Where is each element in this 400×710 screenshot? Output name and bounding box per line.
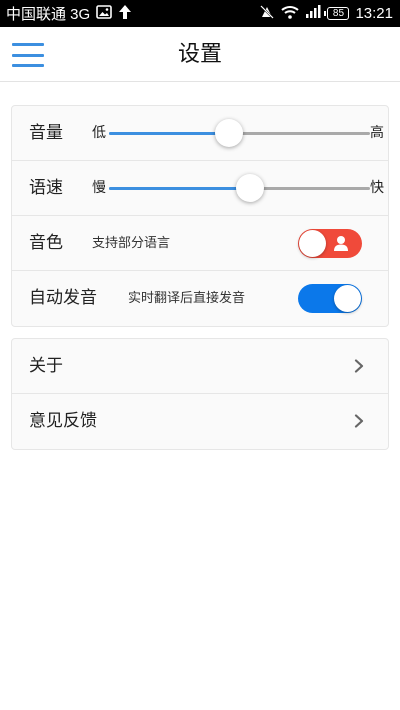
- speed-row: 语速 慢 快: [12, 161, 388, 216]
- about-label: 关于: [29, 356, 63, 376]
- settings-group: 音量 低 高 语速 慢 快 音色 支持部分语言 自动发音 实时翻译后直接发音: [11, 105, 389, 327]
- timbre-row: 音色 支持部分语言: [12, 216, 388, 271]
- battery-icon: 85: [324, 7, 350, 20]
- auto-pronounce-description: 实时翻译后直接发音: [128, 291, 246, 306]
- title-bar: 设置: [0, 27, 400, 82]
- volume-min-label: 低: [92, 125, 106, 141]
- toggle-knob: [334, 285, 361, 312]
- status-bar: 中国联通 3G 85 13:21: [0, 0, 400, 27]
- volume-max-label: 高: [370, 125, 384, 141]
- about-row[interactable]: 关于: [12, 339, 388, 394]
- page-title: 设置: [177, 42, 222, 67]
- signal-icon: [305, 5, 321, 22]
- auto-pronounce-row: 自动发音 实时翻译后直接发音: [12, 271, 388, 326]
- timbre-label: 音色: [29, 233, 63, 253]
- volume-slider[interactable]: [109, 119, 370, 147]
- timbre-toggle[interactable]: [298, 229, 362, 258]
- feedback-row[interactable]: 意见反馈: [12, 394, 388, 449]
- chevron-right-icon: [354, 359, 364, 373]
- auto-pronounce-label: 自动发音: [29, 288, 97, 308]
- speed-max-label: 快: [370, 180, 384, 196]
- volume-slider-thumb[interactable]: [215, 119, 244, 147]
- image-notification-icon: [96, 4, 112, 23]
- speed-label: 语速: [29, 178, 63, 198]
- clock: 13:21: [355, 5, 393, 22]
- volume-row: 音量 低 高: [12, 106, 388, 161]
- feedback-label: 意见反馈: [29, 411, 97, 431]
- chevron-right-icon: [354, 414, 364, 428]
- mute-icon: [259, 4, 275, 24]
- speed-min-label: 慢: [92, 180, 106, 196]
- speed-slider[interactable]: [109, 174, 370, 202]
- person-icon: [334, 236, 348, 251]
- speed-slider-thumb[interactable]: [235, 174, 264, 202]
- wifi-icon: [281, 5, 300, 23]
- upload-arrow-icon: [118, 4, 132, 24]
- carrier-label: 中国联通 3G: [6, 6, 91, 23]
- volume-label: 音量: [29, 123, 63, 143]
- toggle-knob: [299, 230, 326, 257]
- links-group: 关于 意见反馈: [11, 338, 389, 450]
- timbre-description: 支持部分语言: [92, 236, 171, 251]
- auto-pronounce-toggle[interactable]: [298, 284, 362, 313]
